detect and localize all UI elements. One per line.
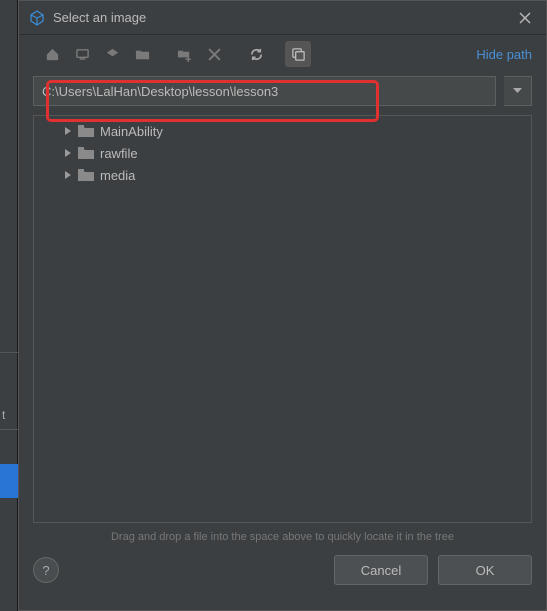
folder-icon[interactable]: [129, 41, 155, 67]
titlebar: Select an image: [19, 1, 546, 35]
select-image-dialog: Select an image: [18, 0, 547, 611]
path-input[interactable]: [33, 76, 496, 106]
show-hidden-icon[interactable]: [285, 41, 311, 67]
tree-item[interactable]: media: [34, 164, 531, 186]
refresh-icon[interactable]: [243, 41, 269, 67]
close-button[interactable]: [514, 7, 536, 29]
tree-item-label: media: [100, 168, 135, 183]
hint-text: Drag and drop a file into the space abov…: [19, 523, 546, 555]
chevron-right-icon[interactable]: [64, 127, 74, 135]
side-panel-char: t: [2, 408, 5, 422]
tree-item[interactable]: rawfile: [34, 142, 531, 164]
toolbar: Hide path: [19, 35, 546, 73]
tree-item-label: rawfile: [100, 146, 138, 161]
chevron-right-icon[interactable]: [64, 171, 74, 179]
new-folder-icon[interactable]: [171, 41, 197, 67]
help-button[interactable]: ?: [33, 557, 59, 583]
path-history-dropdown[interactable]: [504, 76, 532, 106]
desktop-icon[interactable]: [69, 41, 95, 67]
folder-icon: [78, 146, 94, 160]
side-panel-active[interactable]: [0, 464, 18, 498]
chevron-down-icon: [513, 88, 522, 94]
folder-icon: [78, 168, 94, 182]
dialog-title: Select an image: [53, 10, 514, 25]
cancel-button[interactable]: Cancel: [334, 555, 428, 585]
hide-path-link[interactable]: Hide path: [476, 47, 532, 62]
project-icon[interactable]: [99, 41, 125, 67]
tree-item[interactable]: MainAbility: [34, 120, 531, 142]
ok-button[interactable]: OK: [438, 555, 532, 585]
app-icon: [29, 10, 45, 26]
delete-icon[interactable]: [201, 41, 227, 67]
file-tree[interactable]: MainAbility rawfile media: [33, 115, 532, 523]
home-icon[interactable]: [39, 41, 65, 67]
chevron-right-icon[interactable]: [64, 149, 74, 157]
close-icon: [519, 12, 531, 24]
tree-item-label: MainAbility: [100, 124, 163, 139]
folder-icon: [78, 124, 94, 138]
